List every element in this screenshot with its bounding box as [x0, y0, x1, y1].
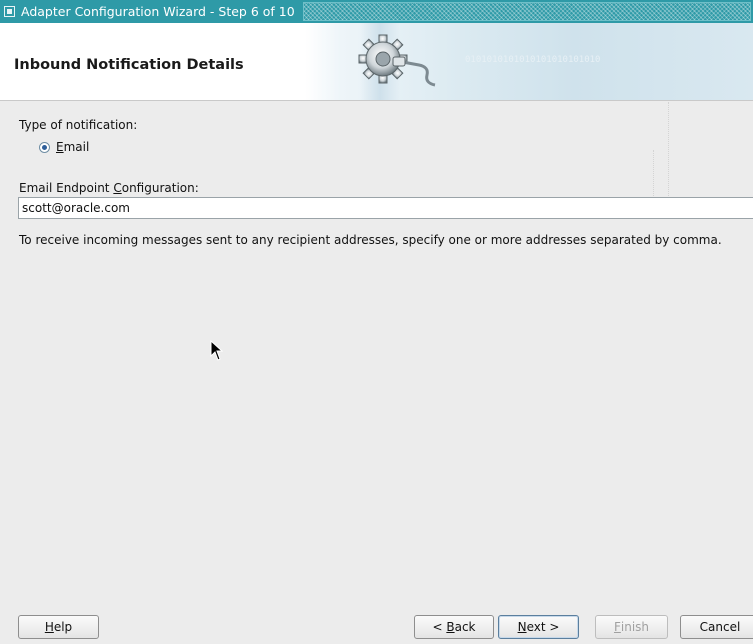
window-title: Adapter Configuration Wizard - Step 6 of…	[21, 4, 295, 19]
email-radio-option[interactable]: Email	[39, 140, 89, 154]
title-bar-grip	[302, 2, 751, 21]
help-button[interactable]: Help	[18, 615, 99, 639]
wizard-header: 0101010101010101010101010 Inbound Notifi…	[0, 23, 753, 101]
back-button[interactable]: < Back	[414, 615, 494, 639]
page-title: Inbound Notification Details	[14, 57, 244, 73]
next-button[interactable]: Next >	[498, 615, 579, 639]
help-description: To receive incoming messages sent to any…	[19, 233, 722, 247]
guide-line	[668, 102, 670, 212]
adapter-gear-icon	[358, 34, 436, 87]
window-menu-icon[interactable]	[4, 6, 15, 17]
email-endpoint-label: Email Endpoint Configuration:	[19, 181, 199, 195]
finish-button[interactable]: Finish	[595, 615, 668, 639]
window-title-bar[interactable]: Adapter Configuration Wizard - Step 6 of…	[0, 0, 753, 23]
binary-pattern: 0101010101010101010101010	[465, 55, 601, 65]
notification-type-label: Type of notification:	[19, 118, 138, 132]
cancel-button[interactable]: Cancel	[680, 615, 753, 639]
email-radio-button[interactable]	[39, 141, 50, 153]
email-endpoint-input[interactable]	[18, 197, 753, 219]
mouse-pointer-icon	[210, 340, 224, 361]
email-radio-label: Email	[56, 140, 90, 154]
